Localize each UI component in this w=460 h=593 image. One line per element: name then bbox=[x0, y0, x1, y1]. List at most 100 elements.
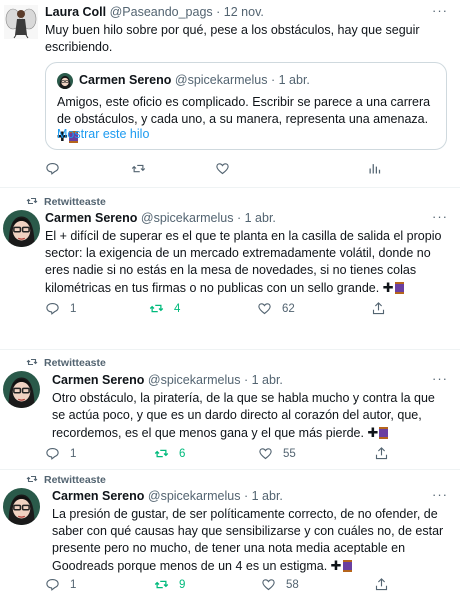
heavy-plus-sign-emoji: ✚ bbox=[367, 425, 379, 440]
retweet-button[interactable] bbox=[131, 161, 146, 176]
author-name: Carmen Sereno bbox=[79, 73, 172, 87]
author-name[interactable]: Carmen Sereno bbox=[45, 211, 137, 225]
separator-dot: · bbox=[216, 5, 221, 19]
heart-icon bbox=[258, 303, 271, 315]
heart-icon bbox=[216, 163, 229, 175]
avatar-image bbox=[3, 210, 40, 247]
fairy-avatar-image bbox=[4, 5, 38, 39]
author-name[interactable]: Carmen Sereno bbox=[52, 489, 144, 503]
reply-icon bbox=[46, 447, 59, 460]
tweet[interactable]: Laura Coll @Paseando_pags · 12 nov. ··· … bbox=[0, 0, 460, 186]
share-icon bbox=[375, 578, 388, 591]
heavy-plus-sign-emoji: ✚ bbox=[382, 280, 394, 295]
thread-spool-emoji bbox=[342, 560, 352, 572]
heart-icon bbox=[259, 448, 272, 460]
author-handle[interactable]: @Paseando_pags bbox=[110, 5, 213, 19]
more-icon[interactable]: ··· bbox=[432, 487, 448, 502]
separator-dot: · bbox=[243, 489, 249, 503]
tweet-date[interactable]: 1 abr. bbox=[245, 211, 276, 225]
retweet-count: 4 bbox=[174, 302, 181, 315]
more-icon[interactable]: ··· bbox=[432, 209, 448, 224]
reply-count: 1 bbox=[70, 447, 77, 460]
show-thread-link[interactable]: Mostrar este hilo bbox=[57, 127, 149, 141]
like-count: 55 bbox=[283, 447, 296, 460]
author-handle[interactable]: @spicekarmelus bbox=[148, 373, 241, 387]
retweet-icon bbox=[26, 358, 38, 366]
retweet-button[interactable]: 9 bbox=[154, 577, 185, 592]
tweet-actions: 1 9 58 bbox=[45, 577, 388, 593]
retweet-icon bbox=[154, 580, 169, 589]
tweet-actions: 1 6 55 bbox=[45, 446, 388, 464]
share-button[interactable] bbox=[374, 577, 389, 592]
separator-dot: · bbox=[270, 73, 276, 87]
retweet-count: 6 bbox=[179, 447, 186, 460]
retweeted-label: Retwitteaste bbox=[44, 196, 106, 208]
tweet-text-body: La presión de gustar, de ser políticamen… bbox=[52, 507, 444, 573]
share-button[interactable] bbox=[371, 301, 386, 316]
more-icon[interactable]: ··· bbox=[432, 3, 448, 18]
more-icon[interactable]: ··· bbox=[432, 371, 448, 386]
retweeted-label: Retwitteaste bbox=[44, 474, 106, 486]
retweeted-label: Retwitteaste bbox=[44, 357, 106, 369]
avatar[interactable] bbox=[4, 5, 38, 39]
retweet-button[interactable]: 6 bbox=[154, 446, 185, 461]
reply-count: 1 bbox=[70, 302, 77, 315]
retweet-button[interactable]: 4 bbox=[149, 301, 180, 316]
retweet-icon bbox=[26, 197, 38, 205]
reply-button[interactable] bbox=[45, 161, 60, 176]
tweet-date: 1 abr. bbox=[278, 73, 310, 87]
retweet-icon bbox=[26, 475, 38, 483]
separator-dot: · bbox=[243, 373, 249, 387]
share-icon bbox=[375, 447, 388, 460]
avatar-image bbox=[3, 371, 40, 408]
reply-button[interactable]: 1 bbox=[45, 301, 76, 316]
like-count: 62 bbox=[282, 302, 295, 315]
like-button[interactable]: 55 bbox=[258, 446, 296, 461]
avatar-image bbox=[57, 73, 73, 89]
reply-icon bbox=[46, 162, 59, 175]
reply-icon bbox=[46, 578, 59, 591]
author-handle[interactable]: @spicekarmelus bbox=[148, 489, 241, 503]
tweet[interactable]: Retwitteaste Carmen Sereno @spicekarmelu… bbox=[0, 188, 460, 348]
tweet-actions bbox=[45, 161, 385, 179]
heart-icon bbox=[262, 579, 275, 591]
author-handle: @spicekarmelus bbox=[174, 73, 268, 87]
tweet-text: La presión de gustar, de ser políticamen… bbox=[52, 506, 452, 575]
retweeted-indicator: Retwitteaste bbox=[26, 473, 106, 486]
tweet[interactable]: Retwitteaste Carmen Sereno @spicekarmelu… bbox=[0, 470, 460, 593]
like-button[interactable]: 62 bbox=[257, 301, 295, 316]
separator-dot: · bbox=[236, 211, 242, 225]
retweet-count: 9 bbox=[179, 578, 186, 591]
reply-icon bbox=[46, 302, 59, 315]
quote-header: Carmen Sereno @spicekarmelus · 1 abr. bbox=[79, 73, 310, 87]
like-button[interactable] bbox=[215, 161, 230, 176]
retweeted-indicator: Retwitteaste bbox=[26, 356, 106, 369]
quote-text-body: Amigos, este oficio es complicado. Escri… bbox=[57, 95, 431, 126]
author-name[interactable]: Laura Coll bbox=[45, 5, 106, 19]
analytics-button[interactable] bbox=[367, 161, 382, 176]
analytics-icon bbox=[369, 164, 381, 174]
author-name[interactable]: Carmen Sereno bbox=[52, 373, 144, 387]
author-handle[interactable]: @spicekarmelus bbox=[141, 211, 234, 225]
avatar[interactable] bbox=[3, 371, 40, 408]
tweet-actions: 1 4 62 bbox=[45, 301, 385, 319]
thread-spool-emoji bbox=[394, 282, 404, 294]
avatar[interactable] bbox=[3, 488, 40, 525]
reply-button[interactable]: 1 bbox=[45, 577, 76, 592]
tweet-header: Carmen Sereno @spicekarmelus · 1 abr. bbox=[52, 489, 283, 503]
reply-count: 1 bbox=[70, 578, 77, 591]
tweet-text: Otro obstáculo, la piratería, de la que … bbox=[52, 390, 450, 442]
quoted-tweet[interactable]: Carmen Sereno @spicekarmelus · 1 abr. Am… bbox=[45, 62, 447, 150]
tweet-date[interactable]: 1 abr. bbox=[252, 489, 283, 503]
tweet-date[interactable]: 12 nov. bbox=[224, 5, 264, 19]
avatar[interactable] bbox=[3, 210, 40, 247]
tweet[interactable]: Retwitteaste Carmen Sereno @spicekarmelu… bbox=[0, 350, 460, 468]
like-button[interactable]: 58 bbox=[261, 577, 299, 592]
reply-button[interactable]: 1 bbox=[45, 446, 76, 461]
like-count: 58 bbox=[286, 578, 299, 591]
thread-spool-emoji bbox=[379, 427, 389, 439]
tweet-date[interactable]: 1 abr. bbox=[252, 373, 283, 387]
retweet-icon bbox=[154, 449, 169, 458]
share-button[interactable] bbox=[374, 446, 389, 461]
retweeted-indicator: Retwitteaste bbox=[26, 195, 106, 208]
